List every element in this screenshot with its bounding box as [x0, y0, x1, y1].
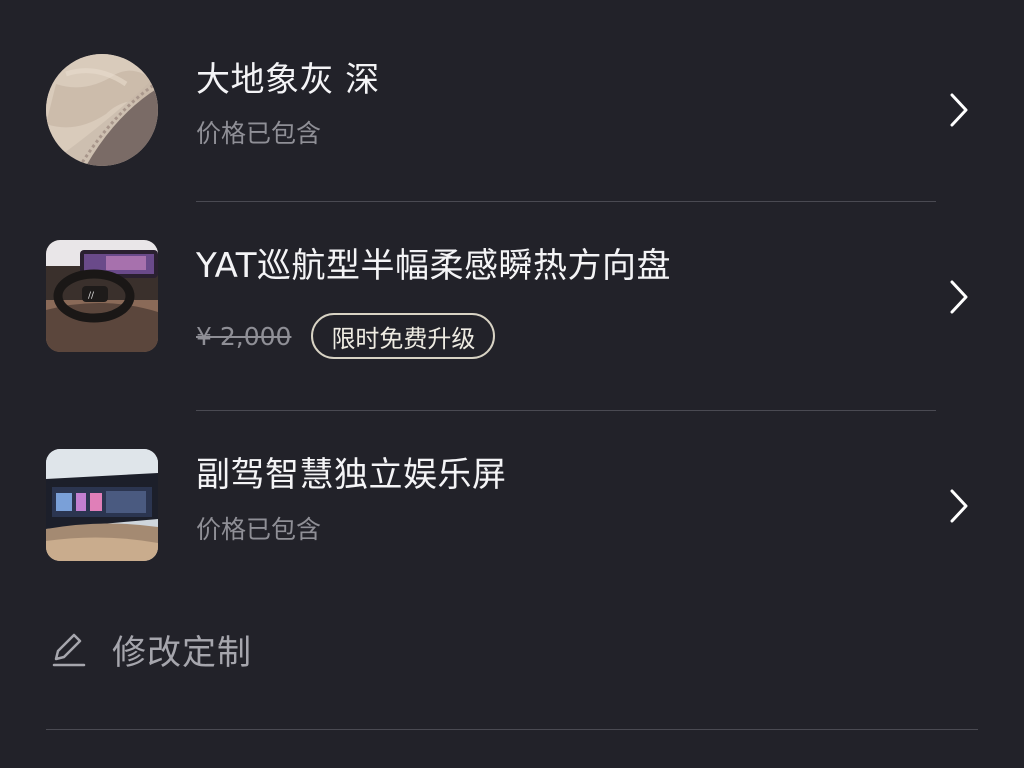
fabric-swatch-thumbnail — [46, 54, 158, 166]
item-title: YAT巡航型半幅柔感瞬热方向盘 — [196, 246, 672, 286]
passenger-screen-thumbnail — [46, 449, 158, 561]
option-item-color[interactable]: 大地象灰 深 价格已包含 — [0, 0, 1024, 200]
option-item-steering-wheel[interactable]: // YAT巡航型半幅柔感瞬热方向盘 ¥ 2,000 限时免费升级 — [0, 202, 1024, 402]
edit-customization-button[interactable]: 修改定制 — [48, 624, 252, 674]
chevron-right-icon[interactable] — [946, 488, 972, 524]
free-upgrade-badge: 限时免费升级 — [311, 313, 496, 359]
item-subtitle: 价格已包含 — [196, 515, 322, 544]
divider — [46, 729, 978, 730]
svg-text://: // — [88, 291, 95, 301]
original-price: ¥ 2,000 — [196, 321, 292, 351]
steering-wheel-thumbnail: // — [46, 240, 158, 352]
item-title: 大地象灰 深 — [196, 60, 380, 100]
price-line: ¥ 2,000 限时免费升级 — [196, 313, 496, 359]
chevron-right-icon[interactable] — [946, 279, 972, 315]
edit-customization-label: 修改定制 — [112, 632, 252, 673]
item-title: 副驾智慧独立娱乐屏 — [196, 455, 507, 495]
chevron-right-icon[interactable] — [946, 92, 972, 128]
option-item-passenger-screen[interactable]: 副驾智慧独立娱乐屏 价格已包含 — [0, 411, 1024, 611]
pencil-icon — [48, 629, 88, 669]
item-subtitle: 价格已包含 — [196, 119, 322, 148]
